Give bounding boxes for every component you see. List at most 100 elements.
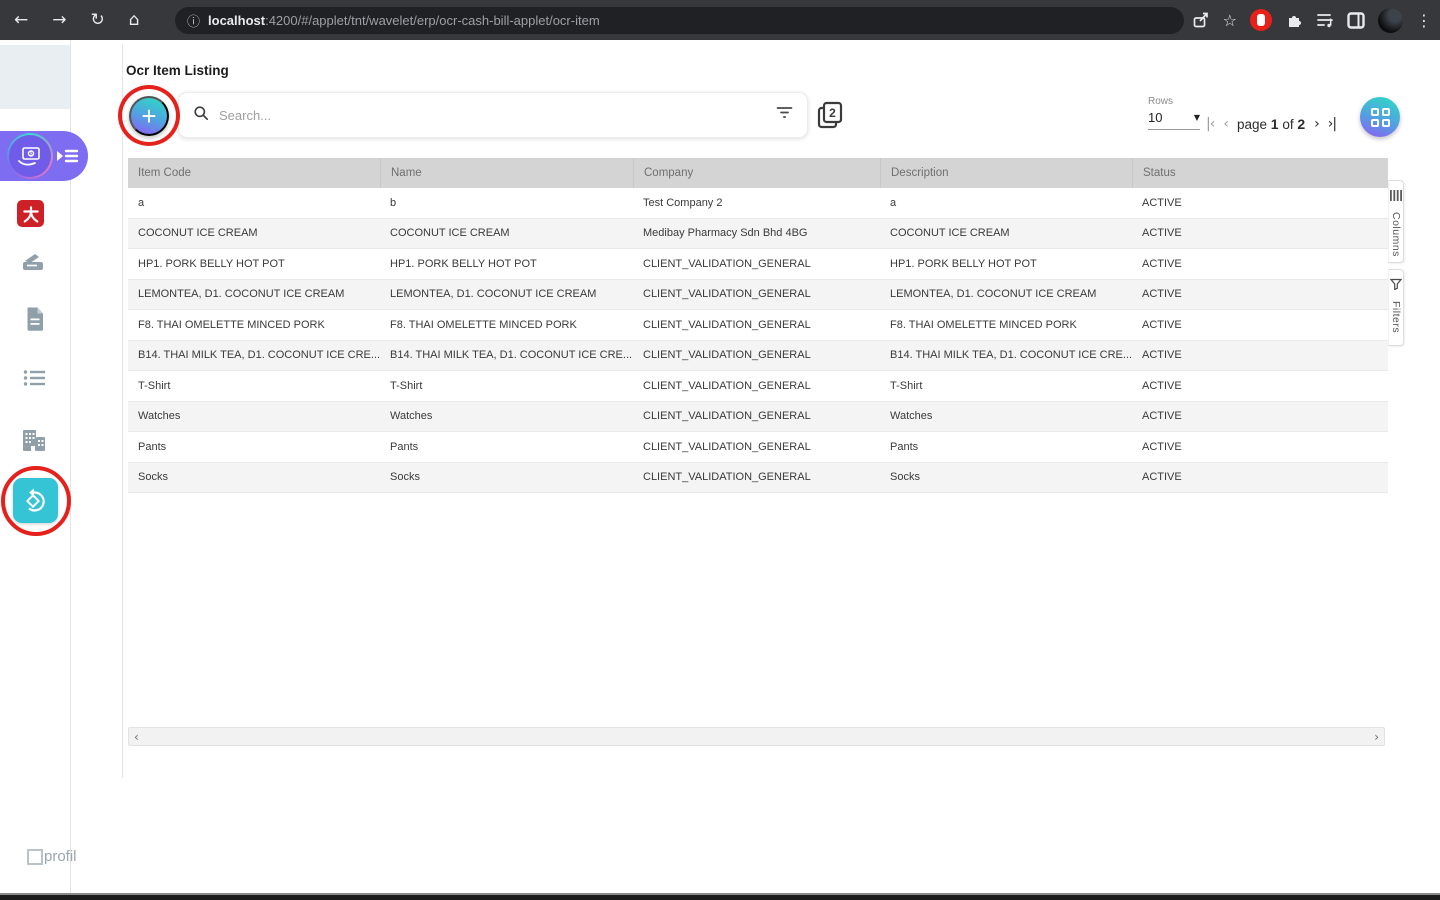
search-icon: [193, 105, 209, 126]
share-icon[interactable]: [1192, 11, 1210, 29]
last-page-button[interactable]: ›|: [1328, 116, 1337, 132]
previous-page-button[interactable]: ‹: [1223, 116, 1229, 132]
side-panel-icon[interactable]: [1347, 11, 1365, 29]
cell-item-code: Socks: [138, 471, 168, 484]
rows-per-page-select[interactable]: 10 ▼: [1148, 110, 1200, 130]
columns-panel-tab[interactable]: Columns: [1388, 180, 1404, 263]
url-host: localhost: [208, 13, 266, 28]
table-row[interactable]: a b Test Company 2 a ACTIVE: [128, 188, 1388, 219]
sidebar-item-document[interactable]: [25, 306, 45, 332]
rows-per-page-value: 10: [1148, 110, 1163, 125]
browser-toolbar: ← → ↻ ⌂ ⓘ localhost:4200/#/applet/tnt/wa…: [0, 0, 1440, 40]
cell-name: LEMONTEA, D1. COCONUT ICE CREAM: [390, 288, 597, 301]
cell-item-code: T-Shirt: [138, 379, 171, 392]
table-row[interactable]: T-Shirt T-Shirt CLIENT_VALIDATION_GENERAL T…: [128, 371, 1388, 402]
table-row[interactable]: COCONUT ICE CREAM COCONUT ICE CREAM Mediba…: [128, 218, 1388, 249]
cell-name: HP1. PORK BELLY HOT POT: [390, 257, 537, 270]
table-row[interactable]: HP1. PORK BELLY HOT POT HP1. PORK BELLY H…: [128, 249, 1388, 280]
table-row[interactable]: F8. THAI OMELETTE MINCED PORK F8. THAI OM…: [128, 310, 1388, 341]
scroll-right-icon[interactable]: ›: [1374, 730, 1379, 744]
cell-name: b: [390, 196, 397, 209]
cell-description: Pants: [890, 440, 919, 453]
grid-icon: [1370, 107, 1390, 127]
extensions-puzzle-icon[interactable]: [1285, 11, 1303, 29]
cash-bill-applet-icon: $: [7, 133, 53, 179]
annotation-circle-teal-button: [1, 466, 71, 536]
cell-status: ACTIVE: [1142, 379, 1182, 392]
search-input[interactable]: [219, 107, 766, 123]
bookmark-star-icon[interactable]: ☆: [1223, 11, 1237, 30]
filter-sort-icon[interactable]: [776, 106, 793, 124]
horizontal-scrollbar[interactable]: ‹ ›: [128, 727, 1385, 746]
address-bar[interactable]: ⓘ localhost:4200/#/applet/tnt/wavelet/er…: [175, 7, 1184, 34]
scroll-left-icon[interactable]: ‹: [134, 730, 139, 744]
column-header-status[interactable]: Status: [1132, 158, 1388, 188]
cell-description: Watches: [890, 410, 933, 423]
cell-company: CLIENT_VALIDATION_GENERAL: [643, 410, 811, 423]
reload-icon[interactable]: ↻: [91, 10, 105, 30]
reading-list-icon[interactable]: [1316, 12, 1334, 28]
cell-status: ACTIVE: [1142, 410, 1182, 423]
column-header-item-code[interactable]: Item Code: [128, 158, 380, 188]
grid-view-button[interactable]: [1360, 97, 1400, 137]
current-page: 1: [1270, 116, 1279, 132]
table-row[interactable]: Watches Watches CLIENT_VALIDATION_GENERAL W…: [128, 401, 1388, 432]
column-header-name[interactable]: Name: [380, 158, 633, 188]
multi-page-icon[interactable]: 2: [817, 101, 844, 134]
cell-company: CLIENT_VALIDATION_GENERAL: [643, 318, 811, 331]
site-info-icon[interactable]: ⓘ: [187, 11, 200, 30]
cell-company: CLIENT_VALIDATION_GENERAL: [643, 471, 811, 484]
cell-company: Test Company 2: [643, 196, 723, 209]
cell-name: T-Shirt: [390, 379, 423, 392]
pagination-controls: |‹ ‹ page 1 of 2 › ›|: [1206, 116, 1337, 132]
sidebar-placeholder-block: [0, 45, 70, 109]
active-applet-pill[interactable]: $: [0, 131, 88, 181]
profile-avatar[interactable]: [1378, 7, 1403, 33]
search-bar[interactable]: [178, 92, 808, 138]
cell-description: T-Shirt: [890, 379, 923, 392]
back-icon[interactable]: ←: [14, 10, 28, 30]
column-header-company[interactable]: Company: [633, 158, 880, 188]
cell-description: Socks: [890, 471, 920, 484]
expand-menu-icon[interactable]: [55, 147, 79, 170]
annotation-circle-add-button: [118, 85, 180, 146]
table-row[interactable]: Socks Socks CLIENT_VALIDATION_GENERAL Socks…: [128, 462, 1388, 493]
filters-tab-label: Filters: [1390, 301, 1402, 334]
cell-item-code: Watches: [138, 410, 181, 423]
cell-item-code: a: [138, 196, 145, 209]
profile-link[interactable]: profil: [27, 848, 77, 865]
sidebar-item-scanner[interactable]: [21, 251, 45, 273]
cell-description: HP1. PORK BELLY HOT POT: [890, 257, 1037, 270]
table-row[interactable]: Pants Pants CLIENT_VALIDATION_GENERAL Pants…: [128, 432, 1388, 463]
bottom-window-edge: [0, 893, 1440, 900]
column-header-description[interactable]: Description: [880, 158, 1132, 188]
page-indicator: page 1 of 2: [1236, 116, 1306, 132]
cell-name: B14. THAI MILK TEA, D1. COCONUT ICE CRE.…: [390, 349, 633, 362]
cell-item-code: HP1. PORK BELLY HOT POT: [138, 257, 285, 270]
cell-status: ACTIVE: [1142, 349, 1182, 362]
cell-company: CLIENT_VALIDATION_GENERAL: [643, 257, 811, 270]
cell-description: F8. THAI OMELETTE MINCED PORK: [890, 318, 1077, 331]
cell-status: ACTIVE: [1142, 318, 1182, 331]
sidebar-item-pdf-applet[interactable]: [17, 200, 44, 227]
sidebar-item-company[interactable]: [21, 427, 47, 452]
table-row[interactable]: LEMONTEA, D1. COCONUT ICE CREAM LEMONTEA,…: [128, 279, 1388, 310]
cell-name: Socks: [390, 471, 420, 484]
filters-panel-tab[interactable]: Filters: [1388, 269, 1404, 346]
table-row[interactable]: B14. THAI MILK TEA, D1. COCONUT ICE CRE.…: [128, 340, 1388, 371]
cell-company: CLIENT_VALIDATION_GENERAL: [643, 379, 811, 392]
cell-company: CLIENT_VALIDATION_GENERAL: [643, 440, 811, 453]
home-icon[interactable]: ⌂: [129, 10, 140, 30]
first-page-button[interactable]: |‹: [1206, 116, 1215, 132]
browser-menu-kebab-icon[interactable]: ⋮: [1416, 11, 1432, 30]
adblock-extension-icon[interactable]: [1250, 9, 1272, 31]
cell-status: ACTIVE: [1142, 288, 1182, 301]
cell-item-code: Pants: [138, 440, 167, 453]
forward-icon[interactable]: →: [52, 10, 66, 30]
next-page-button[interactable]: ›: [1314, 116, 1320, 132]
cell-company: CLIENT_VALIDATION_GENERAL: [643, 349, 811, 362]
sidebar-item-list[interactable]: [23, 369, 46, 387]
url-path: :4200/#/applet/tnt/wavelet/erp/ocr-cash-…: [265, 13, 600, 28]
cell-description: a: [890, 196, 897, 209]
cell-status: ACTIVE: [1142, 227, 1182, 240]
